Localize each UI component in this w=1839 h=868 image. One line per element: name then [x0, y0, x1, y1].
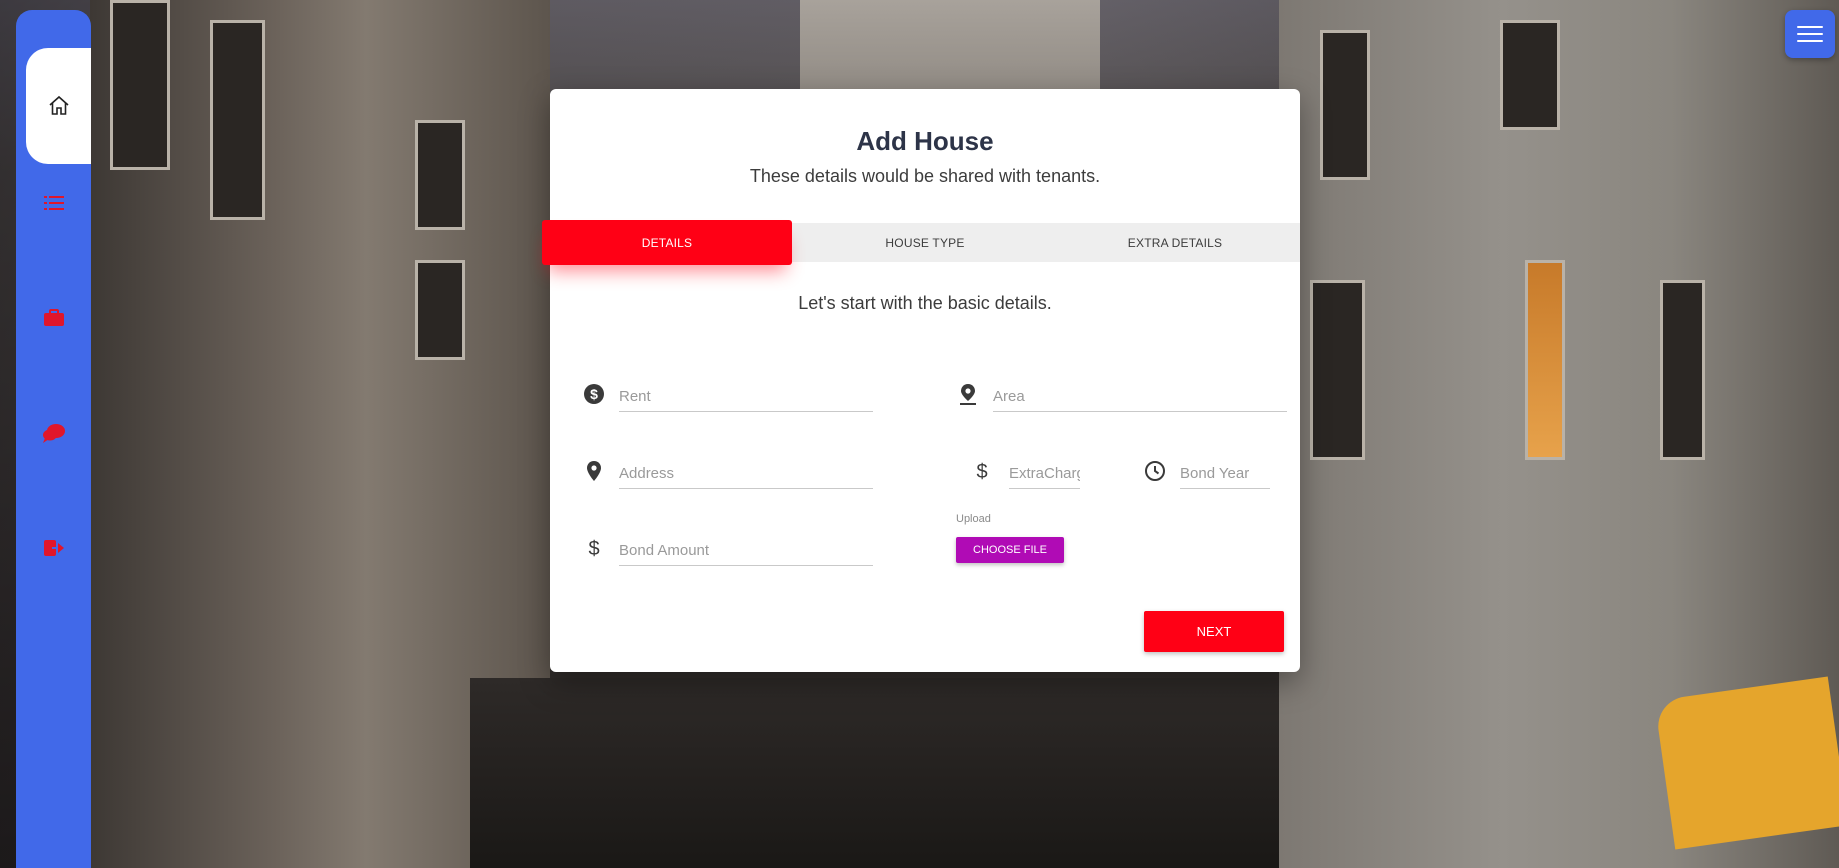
upload-label: Upload: [956, 513, 991, 525]
sidebar-item-list[interactable]: [16, 173, 91, 233]
location-pin-icon: [956, 382, 980, 406]
svg-text:$: $: [588, 538, 599, 559]
window: [210, 20, 265, 220]
tab-details[interactable]: DETAILS: [542, 220, 792, 265]
window: [415, 120, 465, 230]
next-button[interactable]: NEXT: [1144, 611, 1284, 652]
map-marker-icon: [582, 459, 606, 483]
chat-icon: [42, 423, 65, 443]
area-input[interactable]: [993, 382, 1287, 412]
logout-icon: [43, 539, 64, 557]
list-icon: [43, 195, 64, 211]
choose-file-button[interactable]: CHOOSE FILE: [956, 537, 1064, 563]
sidebar-item-chat[interactable]: [16, 403, 91, 463]
window: [1310, 280, 1365, 460]
bond-amount-input[interactable]: [619, 536, 873, 566]
dollar-icon: $: [582, 536, 606, 560]
window: [1500, 20, 1560, 130]
dollar-circle-icon: $: [582, 382, 606, 406]
sidebar-item-home[interactable]: [26, 48, 91, 164]
briefcase-icon: [43, 309, 64, 327]
window: [110, 0, 170, 170]
tab-bar: HOUSE TYPE EXTRA DETAILS DETAILS: [542, 220, 1300, 265]
window: [1320, 30, 1370, 180]
hamburger-icon: [1797, 26, 1823, 28]
area-field: [956, 376, 1287, 416]
rent-input[interactable]: [619, 382, 873, 412]
svg-text:$: $: [590, 386, 598, 402]
tab-extra-details[interactable]: EXTRA DETAILS: [1050, 223, 1300, 262]
home-icon: [47, 94, 71, 118]
lit-window: [1525, 260, 1565, 460]
menu-button[interactable]: [1785, 10, 1835, 58]
shop-awning: [1654, 676, 1839, 850]
section-lead: Let's start with the basic details.: [798, 293, 1052, 313]
bond-amount-field: $: [582, 530, 873, 570]
sidebar-item-logout[interactable]: [16, 518, 91, 578]
address-input[interactable]: [619, 459, 873, 489]
clock-icon: [1143, 459, 1167, 483]
extra-charges-field: $: [970, 453, 1080, 493]
add-house-card: Add House These details would be shared …: [542, 89, 1300, 672]
street-scene: [470, 678, 1279, 868]
page-title: Add House: [856, 126, 994, 156]
bond-year-field: [1143, 453, 1270, 493]
tab-house-type[interactable]: HOUSE TYPE: [800, 223, 1050, 262]
hamburger-icon-line: [1797, 33, 1823, 35]
extra-charges-input[interactable]: [1009, 459, 1080, 489]
rent-field: $: [582, 376, 873, 416]
dollar-icon: $: [970, 459, 994, 483]
bond-year-input[interactable]: [1180, 459, 1270, 489]
hamburger-icon-line: [1797, 40, 1823, 42]
address-field: [582, 453, 873, 493]
svg-text:$: $: [976, 461, 987, 482]
window: [1660, 280, 1705, 460]
page-subtitle: These details would be shared with tenan…: [749, 166, 1101, 186]
sidebar: [16, 10, 91, 868]
window: [415, 260, 465, 360]
sidebar-item-briefcase[interactable]: [16, 288, 91, 348]
